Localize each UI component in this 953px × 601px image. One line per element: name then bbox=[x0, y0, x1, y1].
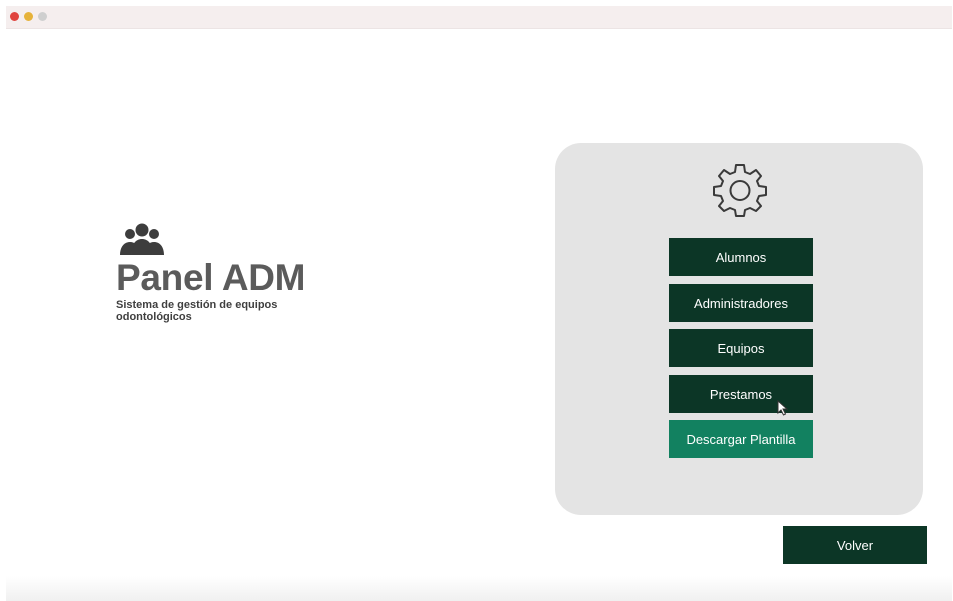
users-group-icon bbox=[120, 223, 164, 255]
title-bar bbox=[6, 6, 952, 29]
administradores-button[interactable]: Administradores bbox=[669, 284, 813, 322]
volver-button[interactable]: Volver bbox=[783, 526, 927, 564]
alumnos-button[interactable]: Alumnos bbox=[669, 238, 813, 276]
app-window: Panel ADM Sistema de gestión de equipos … bbox=[6, 6, 952, 601]
close-window-icon[interactable] bbox=[10, 12, 19, 21]
page-subtitle: Sistema de gestión de equipos odontológi… bbox=[116, 299, 278, 323]
window-bottom-edge bbox=[6, 576, 952, 601]
zoom-window-icon[interactable] bbox=[38, 12, 47, 21]
prestamos-button[interactable]: Prestamos bbox=[669, 375, 813, 413]
gear-icon bbox=[713, 164, 767, 217]
mouse-pointer-icon bbox=[777, 400, 788, 416]
brand-block: Panel ADM Sistema de gestión de equipos … bbox=[116, 222, 376, 323]
minimize-window-icon[interactable] bbox=[24, 12, 33, 21]
descargar-plantilla-button[interactable]: Descargar Plantilla bbox=[669, 420, 813, 458]
page-title: Panel ADM bbox=[116, 257, 306, 298]
equipos-button[interactable]: Equipos bbox=[669, 329, 813, 367]
admin-menu-panel: Alumnos Administradores Equipos Prestamo… bbox=[555, 143, 923, 515]
